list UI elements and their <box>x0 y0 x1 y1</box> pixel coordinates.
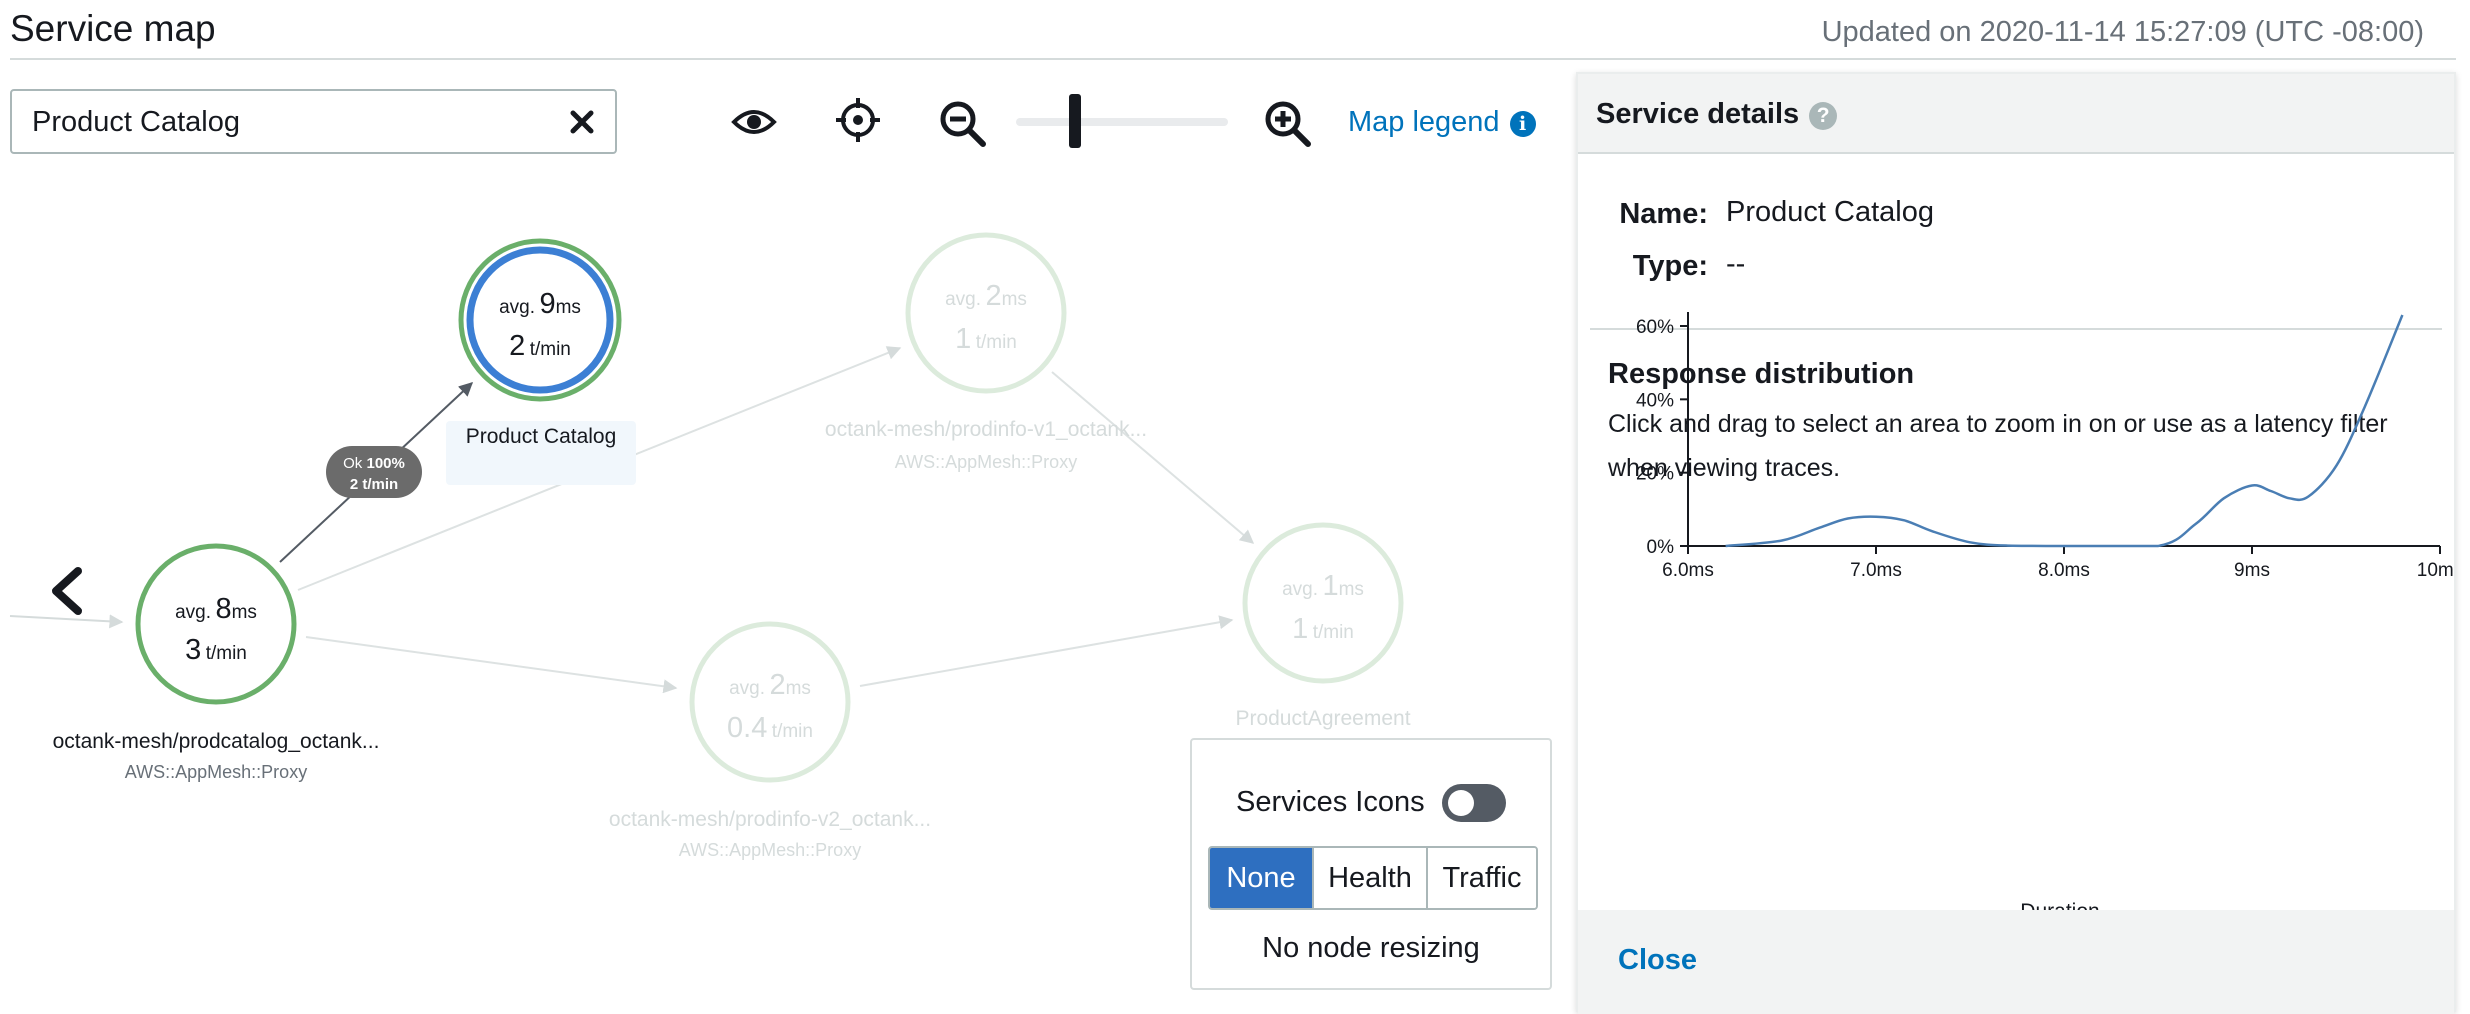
chart-series <box>1725 314 2404 548</box>
svg-text:2 t/min: 2 t/min <box>350 476 398 493</box>
node-product-agreement[interactable]: avg. 1ms 1 t/min <box>1242 522 1404 684</box>
edge-prodinfo-v2-to-agreement[interactable] <box>859 615 1234 687</box>
map-controls-panel: Services Icons None Health Traffic No no… <box>1190 738 1552 990</box>
close-button[interactable]: Close <box>1618 944 1697 977</box>
updated-timestamp: Updated on 2020-11-14 15:27:09 (UTC -08:… <box>1821 16 2424 48</box>
services-icons-toggle[interactable] <box>1442 784 1506 822</box>
node-prodcatalog[interactable]: avg. 8ms 3 t/min <box>135 543 297 705</box>
service-details-panel: Service details? Name: Product Catalog T… <box>1576 72 2456 1014</box>
node-type-prodinfo-v2: AWS::AppMesh::Proxy <box>678 840 862 860</box>
chart-y-tick-label: 60% <box>1636 317 1674 338</box>
chart-x-tick-label: 8.0ms <box>2038 560 2090 581</box>
chart-x-axis-label: Duration <box>2020 900 2099 910</box>
node-type-prodcatalog: AWS::AppMesh::Proxy <box>124 762 308 782</box>
chart-x-tick-label: 7.0ms <box>1850 560 1902 581</box>
node-resize-segmented-control: None Health Traffic <box>1208 846 1538 910</box>
chart-y-tick-label: 20% <box>1636 464 1674 485</box>
chart-x-tick-label: 6.0ms <box>1662 560 1714 581</box>
node-label-product-agreement: ProductAgreement <box>1235 707 1411 730</box>
resize-option-none[interactable]: None <box>1210 848 1312 908</box>
chart-x-tick-label: 9ms <box>2234 560 2270 581</box>
node-label-prodinfo-v1: octank-mesh/prodinfo-v1_octank... <box>824 418 1148 441</box>
svg-text:Ok 100%: Ok 100% <box>343 455 405 472</box>
service-details-footer: Close <box>1578 910 2454 1014</box>
node-type-prodinfo-v1: AWS::AppMesh::Proxy <box>894 452 1078 472</box>
chart-x-tick-label: 10ms <box>2417 560 2454 581</box>
resize-option-health[interactable]: Health <box>1312 848 1426 908</box>
chart-series-line <box>1725 314 2404 548</box>
chart-y-tick-label: 40% <box>1636 390 1674 411</box>
node-product-catalog[interactable]: avg. 9ms 2 t/min <box>458 238 622 402</box>
chevron-left-icon[interactable] <box>46 565 86 617</box>
resize-option-traffic[interactable]: Traffic <box>1426 848 1536 908</box>
edge-status-badge: Ok 100% 2 t/min <box>326 446 422 498</box>
chart-axes: 6.0ms 7.0ms 8.0ms 9ms 10ms 0% 20% 40% 60% <box>1636 312 2454 581</box>
response-distribution-chart[interactable]: 6.0ms 7.0ms 8.0ms 9ms 10ms 0% 20% 40% 60% Durati… <box>1578 74 2454 910</box>
node-label-prodinfo-v2: octank-mesh/prodinfo-v2_octank... <box>608 808 932 831</box>
edge-prodcatalog-to-prodinfo-v2[interactable] <box>305 636 678 694</box>
node-prodinfo-v2[interactable]: avg. 2ms 0.4 t/min <box>689 621 851 783</box>
chart-y-tick-label: 0% <box>1647 537 1675 558</box>
node-label-prodcatalog: octank-mesh/prodcatalog_octank... <box>52 730 380 753</box>
node-label-product-catalog[interactable]: Product Catalog <box>446 421 636 485</box>
resize-status-text: No node resizing <box>1262 932 1480 964</box>
node-prodinfo-v1[interactable]: avg. 2ms 1 t/min <box>905 232 1067 394</box>
services-icons-label: Services Icons <box>1236 786 1425 818</box>
